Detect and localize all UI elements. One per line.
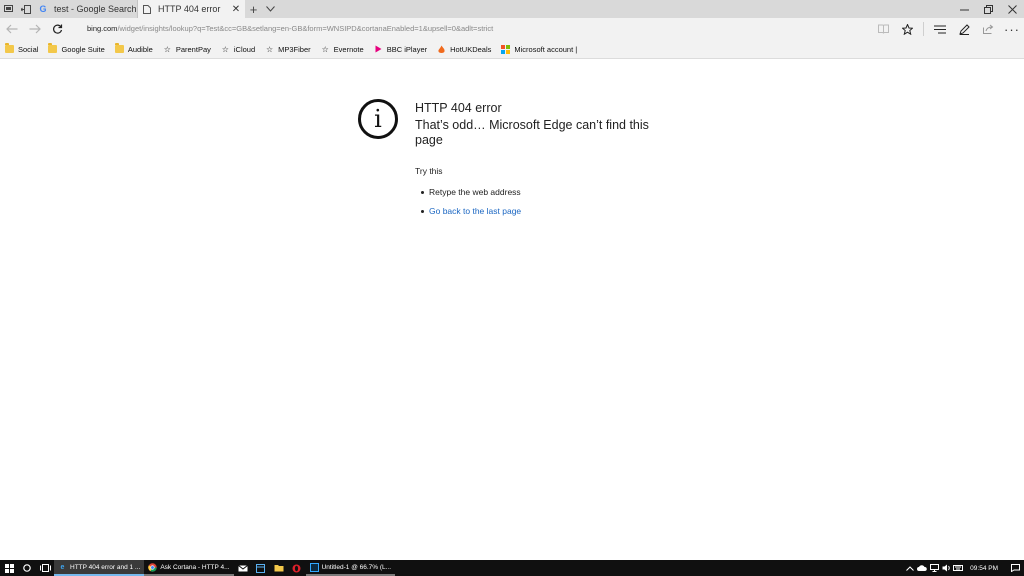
bullet — [421, 209, 424, 213]
favorite-label: BBC iPlayer — [386, 44, 428, 54]
start-button[interactable] — [0, 560, 18, 576]
tab-title: test - Google Search — [54, 4, 137, 14]
edge-icon: e — [60, 563, 65, 571]
favorite-star-icon[interactable] — [895, 18, 919, 40]
page-content: i HTTP 404 error That’s odd… Microsoft E… — [0, 60, 1024, 560]
favorite-label: Google Suite — [61, 44, 105, 54]
close-tab-icon[interactable]: ✕ — [230, 4, 242, 15]
tab-http-404[interactable]: HTTP 404 error ✕ — [138, 0, 245, 18]
favorite-label: Audible — [127, 44, 153, 54]
windows-logo-icon — [4, 563, 14, 573]
toolbar-divider — [923, 22, 924, 36]
calendar-icon[interactable] — [252, 560, 270, 576]
error-message: That’s odd… Microsoft Edge can’t find th… — [415, 118, 649, 147]
favorite-item[interactable]: ☆ ParentPay — [163, 45, 211, 54]
suggestion-item: Retype the web address — [421, 187, 521, 197]
task-view-button[interactable] — [36, 560, 54, 576]
onedrive-icon[interactable] — [916, 560, 928, 576]
window-controls — [952, 0, 1024, 18]
favorite-label: Microsoft account | — [514, 44, 578, 54]
favorites-bar: Social Google Suite Audible ☆ ParentPay … — [0, 40, 1024, 59]
tab-title: HTTP 404 error — [158, 4, 221, 14]
favorite-item[interactable]: Google Suite — [48, 43, 105, 54]
close-window-button[interactable] — [1000, 0, 1024, 18]
error-code: HTTP 404 error — [415, 101, 502, 115]
star-icon: ☆ — [221, 44, 229, 54]
chevron-down-icon[interactable] — [262, 0, 279, 18]
bullet — [421, 190, 424, 194]
set-tabs-aside-icon[interactable] — [17, 0, 34, 18]
favorite-label: HotUKDeals — [450, 44, 492, 54]
new-tab-button[interactable]: + — [245, 0, 262, 18]
try-this-heading: Try this — [415, 166, 443, 176]
cortana-button[interactable] — [18, 560, 36, 576]
reading-view-icon[interactable] — [871, 18, 895, 40]
tab-preview-icon[interactable] — [0, 0, 17, 18]
suggestion-text: Retype the web address — [429, 187, 521, 197]
share-icon[interactable] — [976, 18, 1000, 40]
favorite-label: MP3Fiber — [278, 44, 311, 54]
taskbar: e HTTP 404 error and 1 ... Ask Cortana -… — [0, 560, 1024, 576]
address-bar[interactable]: bing.com/widget/insights/lookup?q=Test&c… — [87, 18, 493, 40]
url-host: bing.com — [87, 24, 118, 33]
opera-icon[interactable] — [288, 560, 306, 576]
folder-icon — [5, 43, 14, 54]
keyboard-icon[interactable] — [952, 560, 964, 576]
go-back-link[interactable]: Go back to the last page — [429, 206, 521, 216]
photoshop-icon — [309, 562, 319, 572]
web-note-icon[interactable] — [952, 18, 976, 40]
info-icon: i — [358, 99, 398, 139]
network-icon[interactable] — [928, 560, 940, 576]
taskbar-app-label: Untitled-1 @ 66.7% (L... — [321, 563, 392, 571]
favorite-item[interactable]: Social — [5, 43, 39, 54]
chrome-icon — [148, 562, 158, 572]
file-explorer-icon[interactable] — [270, 560, 288, 576]
favorite-label: Social — [18, 44, 39, 54]
page-icon — [142, 4, 152, 14]
favorite-label: iCloud — [233, 44, 256, 54]
favorite-item[interactable]: HotUKDeals — [437, 45, 491, 54]
hub-icon[interactable] — [928, 18, 952, 40]
folder-icon — [48, 43, 58, 54]
folder-icon — [114, 43, 124, 54]
tab-strip: G test - Google Search HTTP 404 error ✕ … — [0, 0, 1024, 18]
microsoft-icon — [501, 44, 511, 54]
hotukdeals-icon — [437, 45, 446, 54]
clock[interactable]: 09:54 PM — [964, 565, 1006, 572]
taskbar-app-chrome[interactable]: Ask Cortana - HTTP 4... — [144, 560, 234, 576]
bbc-iplayer-icon — [374, 45, 383, 54]
favorite-item[interactable]: Audible — [114, 43, 153, 54]
favorite-item[interactable]: Microsoft account | — [501, 44, 578, 54]
taskbar-app-label: HTTP 404 error and 1 ... — [70, 563, 141, 571]
speaker-icon[interactable] — [940, 560, 952, 576]
tab-google-search[interactable]: G test - Google Search — [34, 0, 138, 18]
minimize-button[interactable] — [952, 0, 976, 18]
chevron-up-icon[interactable] — [904, 560, 916, 576]
star-icon: ☆ — [266, 44, 274, 54]
back-button[interactable] — [0, 18, 23, 40]
favorite-item[interactable]: ☆ MP3Fiber — [265, 45, 311, 54]
restore-button[interactable] — [976, 0, 1000, 18]
action-center-icon[interactable] — [1006, 560, 1024, 576]
mail-icon[interactable] — [234, 560, 252, 576]
taskbar-app-photoshop[interactable]: Untitled-1 @ 66.7% (L... — [305, 560, 396, 576]
refresh-button[interactable] — [46, 18, 69, 40]
favorite-item[interactable]: ☆ Evernote — [321, 45, 364, 54]
more-icon[interactable]: ··· — [1000, 18, 1024, 40]
star-icon: ☆ — [163, 44, 171, 54]
google-icon: G — [39, 4, 47, 14]
suggestion-item: Go back to the last page — [421, 206, 521, 216]
forward-button[interactable] — [23, 18, 46, 40]
favorite-label: ParentPay — [175, 44, 211, 54]
favorite-item[interactable]: BBC iPlayer — [374, 45, 427, 54]
star-icon: ☆ — [321, 44, 329, 54]
url-path: /widget/insights/lookup?q=Test&cc=GB&set… — [117, 24, 494, 33]
favorite-label: Evernote — [333, 44, 364, 54]
taskbar-app-label: Ask Cortana - HTTP 4... — [160, 563, 230, 571]
navigation-bar: bing.com/widget/insights/lookup?q=Test&c… — [0, 18, 1024, 40]
taskbar-app-edge[interactable]: e HTTP 404 error and 1 ... — [54, 560, 145, 576]
system-tray: 09:54 PM — [904, 560, 1024, 576]
favorite-item[interactable]: ☆ iCloud — [221, 45, 255, 54]
toolbar-right: ··· — [871, 18, 1024, 40]
